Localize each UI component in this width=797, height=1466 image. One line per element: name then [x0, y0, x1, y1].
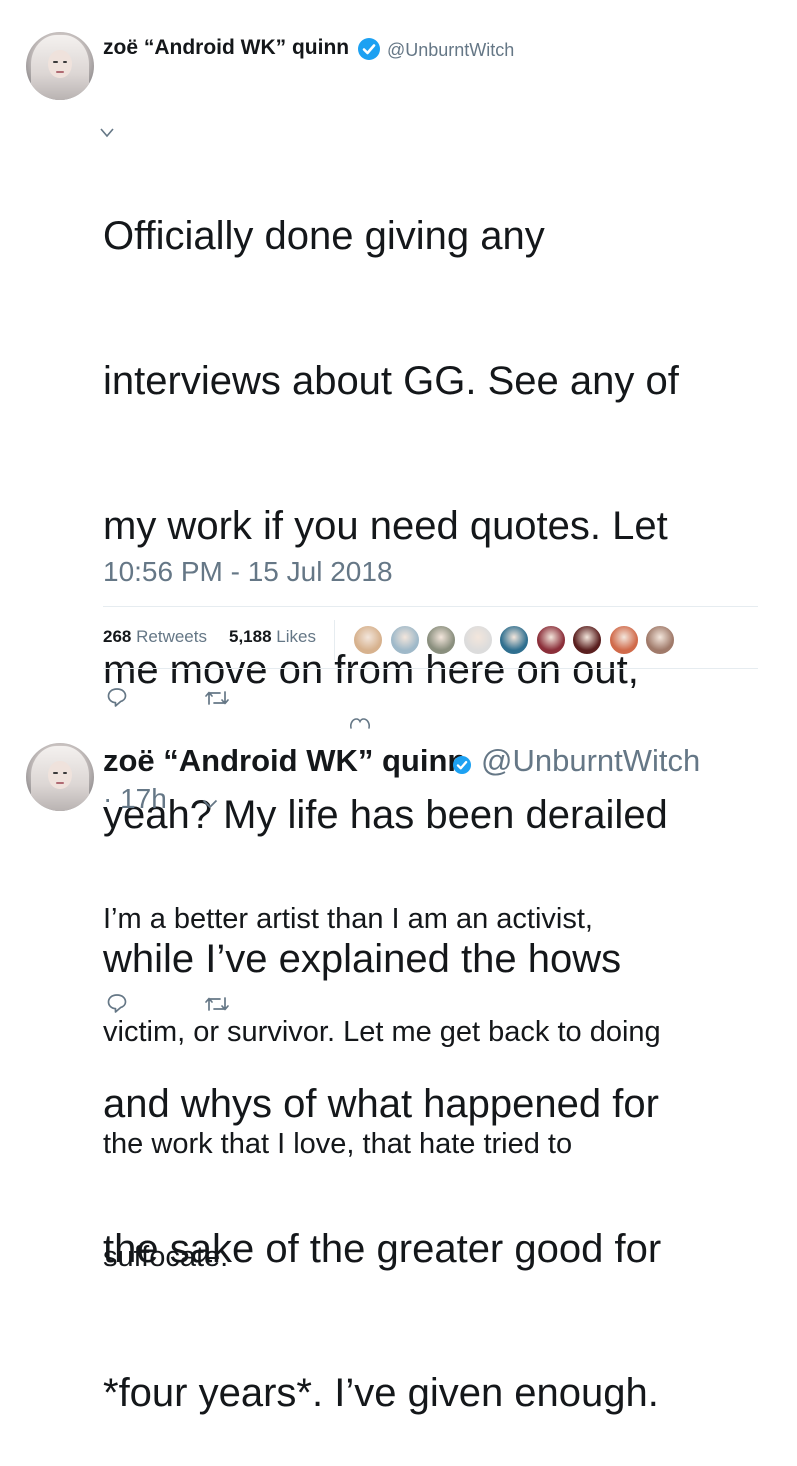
liker-avatar[interactable] [607, 624, 640, 656]
liker-avatar[interactable] [534, 624, 567, 656]
liker-avatar[interactable] [425, 624, 457, 656]
reply-author-name[interactable]: zoë “Android WK” quinn [103, 743, 466, 779]
liker-avatar[interactable] [644, 624, 676, 656]
reply-text-line: the work that I love, that hate tried to [103, 1128, 573, 1160]
reply-time[interactable]: · 17h [103, 783, 167, 815]
likes-count: 5,188 [229, 627, 272, 646]
liker-avatar[interactable] [498, 624, 530, 656]
author-avatar[interactable] [26, 32, 94, 100]
divider [103, 606, 758, 607]
reply-text-line: I’m a better artist than I am an activis… [103, 903, 593, 935]
chevron-down-icon[interactable] [202, 799, 218, 809]
liker-avatar[interactable] [461, 624, 494, 656]
tweet-text-line: my work if you need quotes. Let [103, 503, 668, 548]
verified-badge-icon [358, 38, 380, 60]
reply-icon[interactable] [106, 686, 128, 708]
tweet-timestamp[interactable]: 10:56 PM - 15 Jul 2018 [103, 556, 393, 588]
tweet-text-line: interviews about GG. See any of [103, 359, 679, 404]
reply-text: I’m a better artist than I am an activis… [103, 826, 661, 1314]
divider [103, 668, 758, 669]
retweet-icon[interactable] [204, 994, 230, 1014]
likes-label: Likes [276, 627, 316, 646]
reply-icon[interactable] [106, 992, 128, 1014]
reply-text-line: victim, or survivor. Let me get back to … [103, 1015, 661, 1048]
stats-separator [334, 620, 335, 660]
verified-badge-icon [453, 756, 471, 774]
liker-avatar[interactable] [352, 624, 384, 656]
tweet-text-line: *four years*. I’ve given enough. [103, 1371, 659, 1416]
reply-text-line: suffocate. [103, 1240, 229, 1273]
tweet-text-line: Officially done giving any [103, 214, 545, 259]
author-name[interactable]: zoë “Android WK” quinn [103, 36, 349, 60]
liker-avatar[interactable] [571, 624, 603, 656]
heart-icon[interactable] [349, 716, 371, 730]
reply-author-handle[interactable]: @UnburntWitch [481, 743, 700, 779]
author-handle[interactable]: @UnburntWitch [387, 40, 514, 61]
retweets-count: 268 [103, 627, 132, 646]
retweet-icon[interactable] [204, 688, 230, 708]
likes-stat[interactable]: 5,188 Likes [229, 627, 316, 647]
retweets-label: Retweets [136, 627, 207, 646]
liker-avatar[interactable] [388, 624, 421, 656]
reply-author-avatar[interactable] [26, 743, 94, 811]
retweets-stat[interactable]: 268 Retweets [103, 627, 207, 647]
